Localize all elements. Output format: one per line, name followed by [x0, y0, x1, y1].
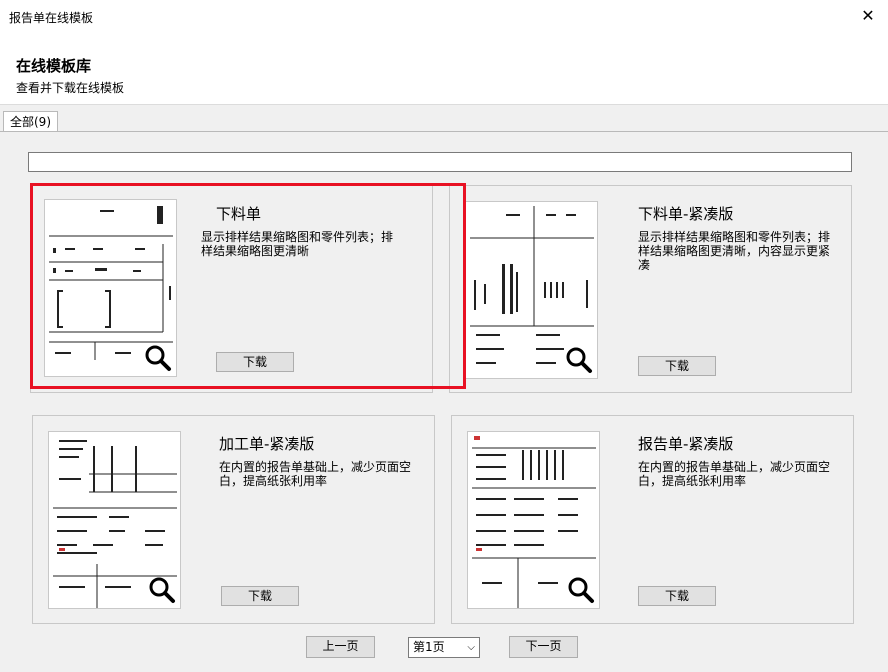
- template-title: 加工单-紧凑版: [219, 435, 315, 453]
- window-title: 报告单在线模板: [9, 11, 94, 25]
- template-title: 下料单-紧凑版: [638, 205, 734, 223]
- template-thumbnail[interactable]: [44, 199, 177, 377]
- zoom-icon[interactable]: [148, 576, 176, 604]
- template-description: 显示排样结果缩略图和零件列表；排样结果缩略图更清晰: [201, 230, 394, 258]
- prev-page-button[interactable]: 上一页: [306, 636, 375, 658]
- page-select[interactable]: 第1页 ⌵: [408, 637, 480, 658]
- close-icon[interactable]: ✕: [858, 6, 878, 26]
- template-thumbnail[interactable]: [48, 431, 181, 609]
- download-button[interactable]: 下载: [216, 352, 294, 372]
- template-title: 报告单-紧凑版: [638, 435, 734, 453]
- search-input[interactable]: [28, 152, 852, 172]
- template-card: 加工单-紧凑版 在内置的报告单基础上，减少页面空白，提高纸张利用率 下载: [32, 415, 435, 624]
- template-thumbnail[interactable]: [467, 431, 600, 609]
- template-card: 下料单-紧凑版 显示排样结果缩略图和零件列表；排样结果缩略图更清晰，内容显示更紧…: [449, 185, 852, 393]
- page-title: 在线模板库: [16, 57, 92, 75]
- page-select-value: 第1页: [413, 640, 445, 654]
- zoom-icon[interactable]: [144, 344, 172, 372]
- header: 在线模板库 查看并下载在线模板: [0, 32, 888, 104]
- template-card: 报告单-紧凑版 在内置的报告单基础上，减少页面空白，提高纸张利用率 下载: [451, 415, 854, 624]
- chevron-down-icon: ⌵: [467, 642, 475, 653]
- template-thumbnail[interactable]: [465, 201, 598, 379]
- tab-strip: 全部(9): [0, 104, 888, 133]
- download-button[interactable]: 下载: [638, 586, 716, 606]
- zoom-icon[interactable]: [567, 576, 595, 604]
- template-title: 下料单: [216, 205, 262, 223]
- template-description: 在内置的报告单基础上，减少页面空白，提高纸张利用率: [638, 460, 831, 488]
- next-page-button[interactable]: 下一页: [509, 636, 578, 658]
- download-button[interactable]: 下载: [638, 356, 716, 376]
- template-description: 显示排样结果缩略图和零件列表；排样结果缩略图更清晰，内容显示更紧凑: [638, 230, 831, 272]
- template-card: 下料单 显示排样结果缩略图和零件列表；排样结果缩略图更清晰 下载: [30, 185, 433, 393]
- download-button[interactable]: 下载: [221, 586, 299, 606]
- page-subtitle: 查看并下载在线模板: [16, 81, 125, 95]
- tab-all[interactable]: 全部(9): [3, 111, 58, 133]
- template-description: 在内置的报告单基础上，减少页面空白，提高纸张利用率: [219, 460, 412, 488]
- zoom-icon[interactable]: [565, 346, 593, 374]
- title-bar: 报告单在线模板 ✕: [0, 0, 888, 32]
